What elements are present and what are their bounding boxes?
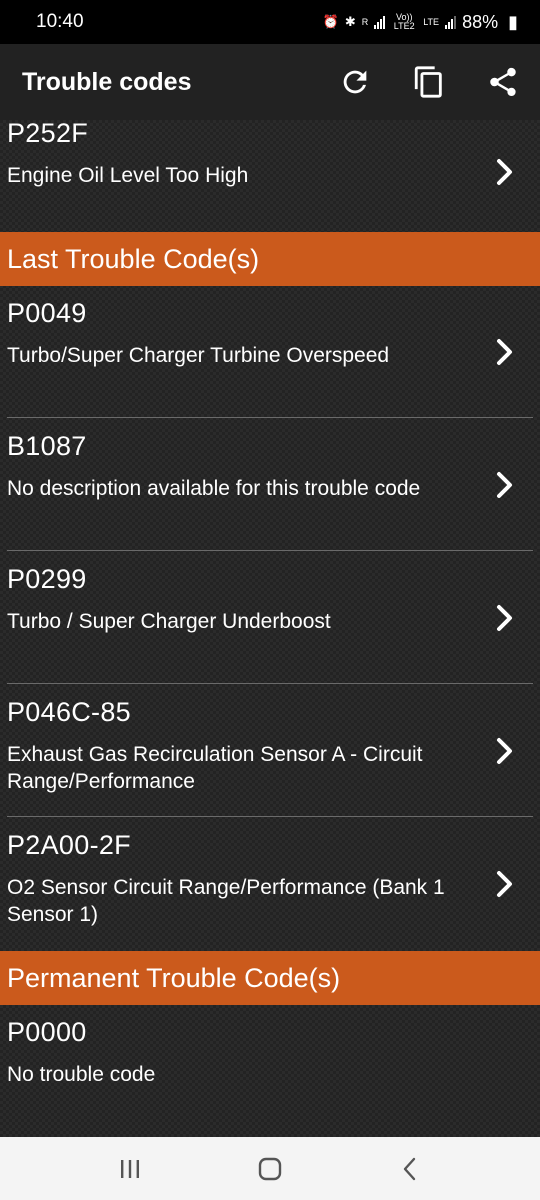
trouble-description: No description available for this troubl… bbox=[7, 477, 421, 500]
list-item[interactable]: P0299 Turbo / Super Charger Underboost bbox=[0, 552, 540, 684]
chevron-right-icon bbox=[497, 871, 512, 897]
chevron-right-icon bbox=[497, 339, 512, 365]
trouble-code: P252F bbox=[7, 120, 89, 148]
lte-label: LTE bbox=[423, 16, 440, 27]
chevron-right-icon bbox=[497, 472, 512, 498]
trouble-description: No trouble code bbox=[7, 1063, 156, 1086]
status-icons: ⏰ ✱ R Vo)) LTE2 LTE 88% ▮ bbox=[323, 12, 518, 33]
status-bar: 10:40 ⏰ ✱ R Vo)) LTE2 LTE 88% ▮ bbox=[0, 0, 540, 44]
list-item[interactable]: P046C-85 Exhaust Gas Recirculation Senso… bbox=[0, 685, 540, 817]
signal-icon-2 bbox=[445, 15, 457, 29]
list-item[interactable]: P0000 No trouble code bbox=[0, 1005, 540, 1137]
home-icon bbox=[258, 1157, 282, 1180]
volte-label: Vo)) LTE2 bbox=[393, 12, 415, 31]
list-item-top[interactable]: P252F Engine Oil Level Too High bbox=[0, 120, 540, 238]
list-item[interactable]: P0049 Turbo/Super Charger Turbine Oversp… bbox=[0, 286, 540, 418]
network-r-label: R bbox=[361, 16, 369, 27]
list-item[interactable]: P2A00-2F O2 Sensor Circuit Range/Perform… bbox=[0, 818, 540, 950]
trouble-code: B1087 bbox=[7, 431, 87, 461]
chevron-right-icon bbox=[497, 738, 512, 764]
back-icon bbox=[403, 1157, 416, 1180]
alarm-icon: ⏰ bbox=[322, 14, 339, 29]
trouble-code: P2A00-2F bbox=[7, 830, 131, 860]
copy-icon bbox=[414, 66, 442, 98]
chevron-right-icon bbox=[497, 605, 512, 631]
trouble-description: Exhaust Gas Recirculation Sensor A - Cir… bbox=[7, 743, 423, 793]
divider bbox=[7, 417, 533, 418]
copy-button[interactable] bbox=[392, 44, 466, 120]
divider bbox=[7, 550, 533, 551]
share-button[interactable] bbox=[466, 44, 540, 120]
home-button[interactable] bbox=[240, 1139, 300, 1199]
trouble-description: O2 Sensor Circuit Range/Performance (Ban… bbox=[7, 876, 445, 926]
system-nav-bar bbox=[0, 1137, 540, 1200]
refresh-button[interactable] bbox=[318, 44, 392, 120]
status-time: 10:40 bbox=[36, 11, 84, 32]
battery-icon: ▮ bbox=[508, 11, 518, 32]
back-button[interactable] bbox=[380, 1139, 440, 1199]
divider bbox=[7, 816, 533, 817]
trouble-code: P0049 bbox=[7, 298, 87, 328]
trouble-code: P0299 bbox=[7, 564, 87, 594]
recent-apps-button[interactable] bbox=[100, 1139, 160, 1199]
trouble-code-list: P252F Engine Oil Level Too High Last Tro… bbox=[0, 120, 540, 1137]
trouble-description: Turbo/Super Charger Turbine Overspeed bbox=[7, 344, 390, 367]
bluetooth-icon: ✱ bbox=[344, 14, 356, 29]
app-actions bbox=[318, 44, 540, 120]
signal-icon bbox=[374, 15, 386, 29]
recent-apps-icon bbox=[121, 1159, 139, 1178]
refresh-icon bbox=[343, 70, 367, 94]
trouble-code: P0000 bbox=[7, 1017, 87, 1047]
section-header-last: Last Trouble Code(s) bbox=[0, 232, 540, 286]
trouble-code: P046C-85 bbox=[7, 697, 131, 727]
page-title: Trouble codes bbox=[22, 67, 192, 96]
chevron-right-icon bbox=[497, 159, 512, 185]
trouble-description: Turbo / Super Charger Underboost bbox=[7, 610, 331, 633]
app-bar: Trouble codes bbox=[0, 44, 540, 120]
section-header-permanent: Permanent Trouble Code(s) bbox=[0, 951, 540, 1005]
share-icon bbox=[490, 67, 516, 97]
battery-percent: 88% bbox=[462, 11, 499, 32]
divider bbox=[7, 683, 533, 684]
list-item[interactable]: B1087 No description available for this … bbox=[0, 419, 540, 551]
trouble-description: Engine Oil Level Too High bbox=[7, 164, 249, 187]
